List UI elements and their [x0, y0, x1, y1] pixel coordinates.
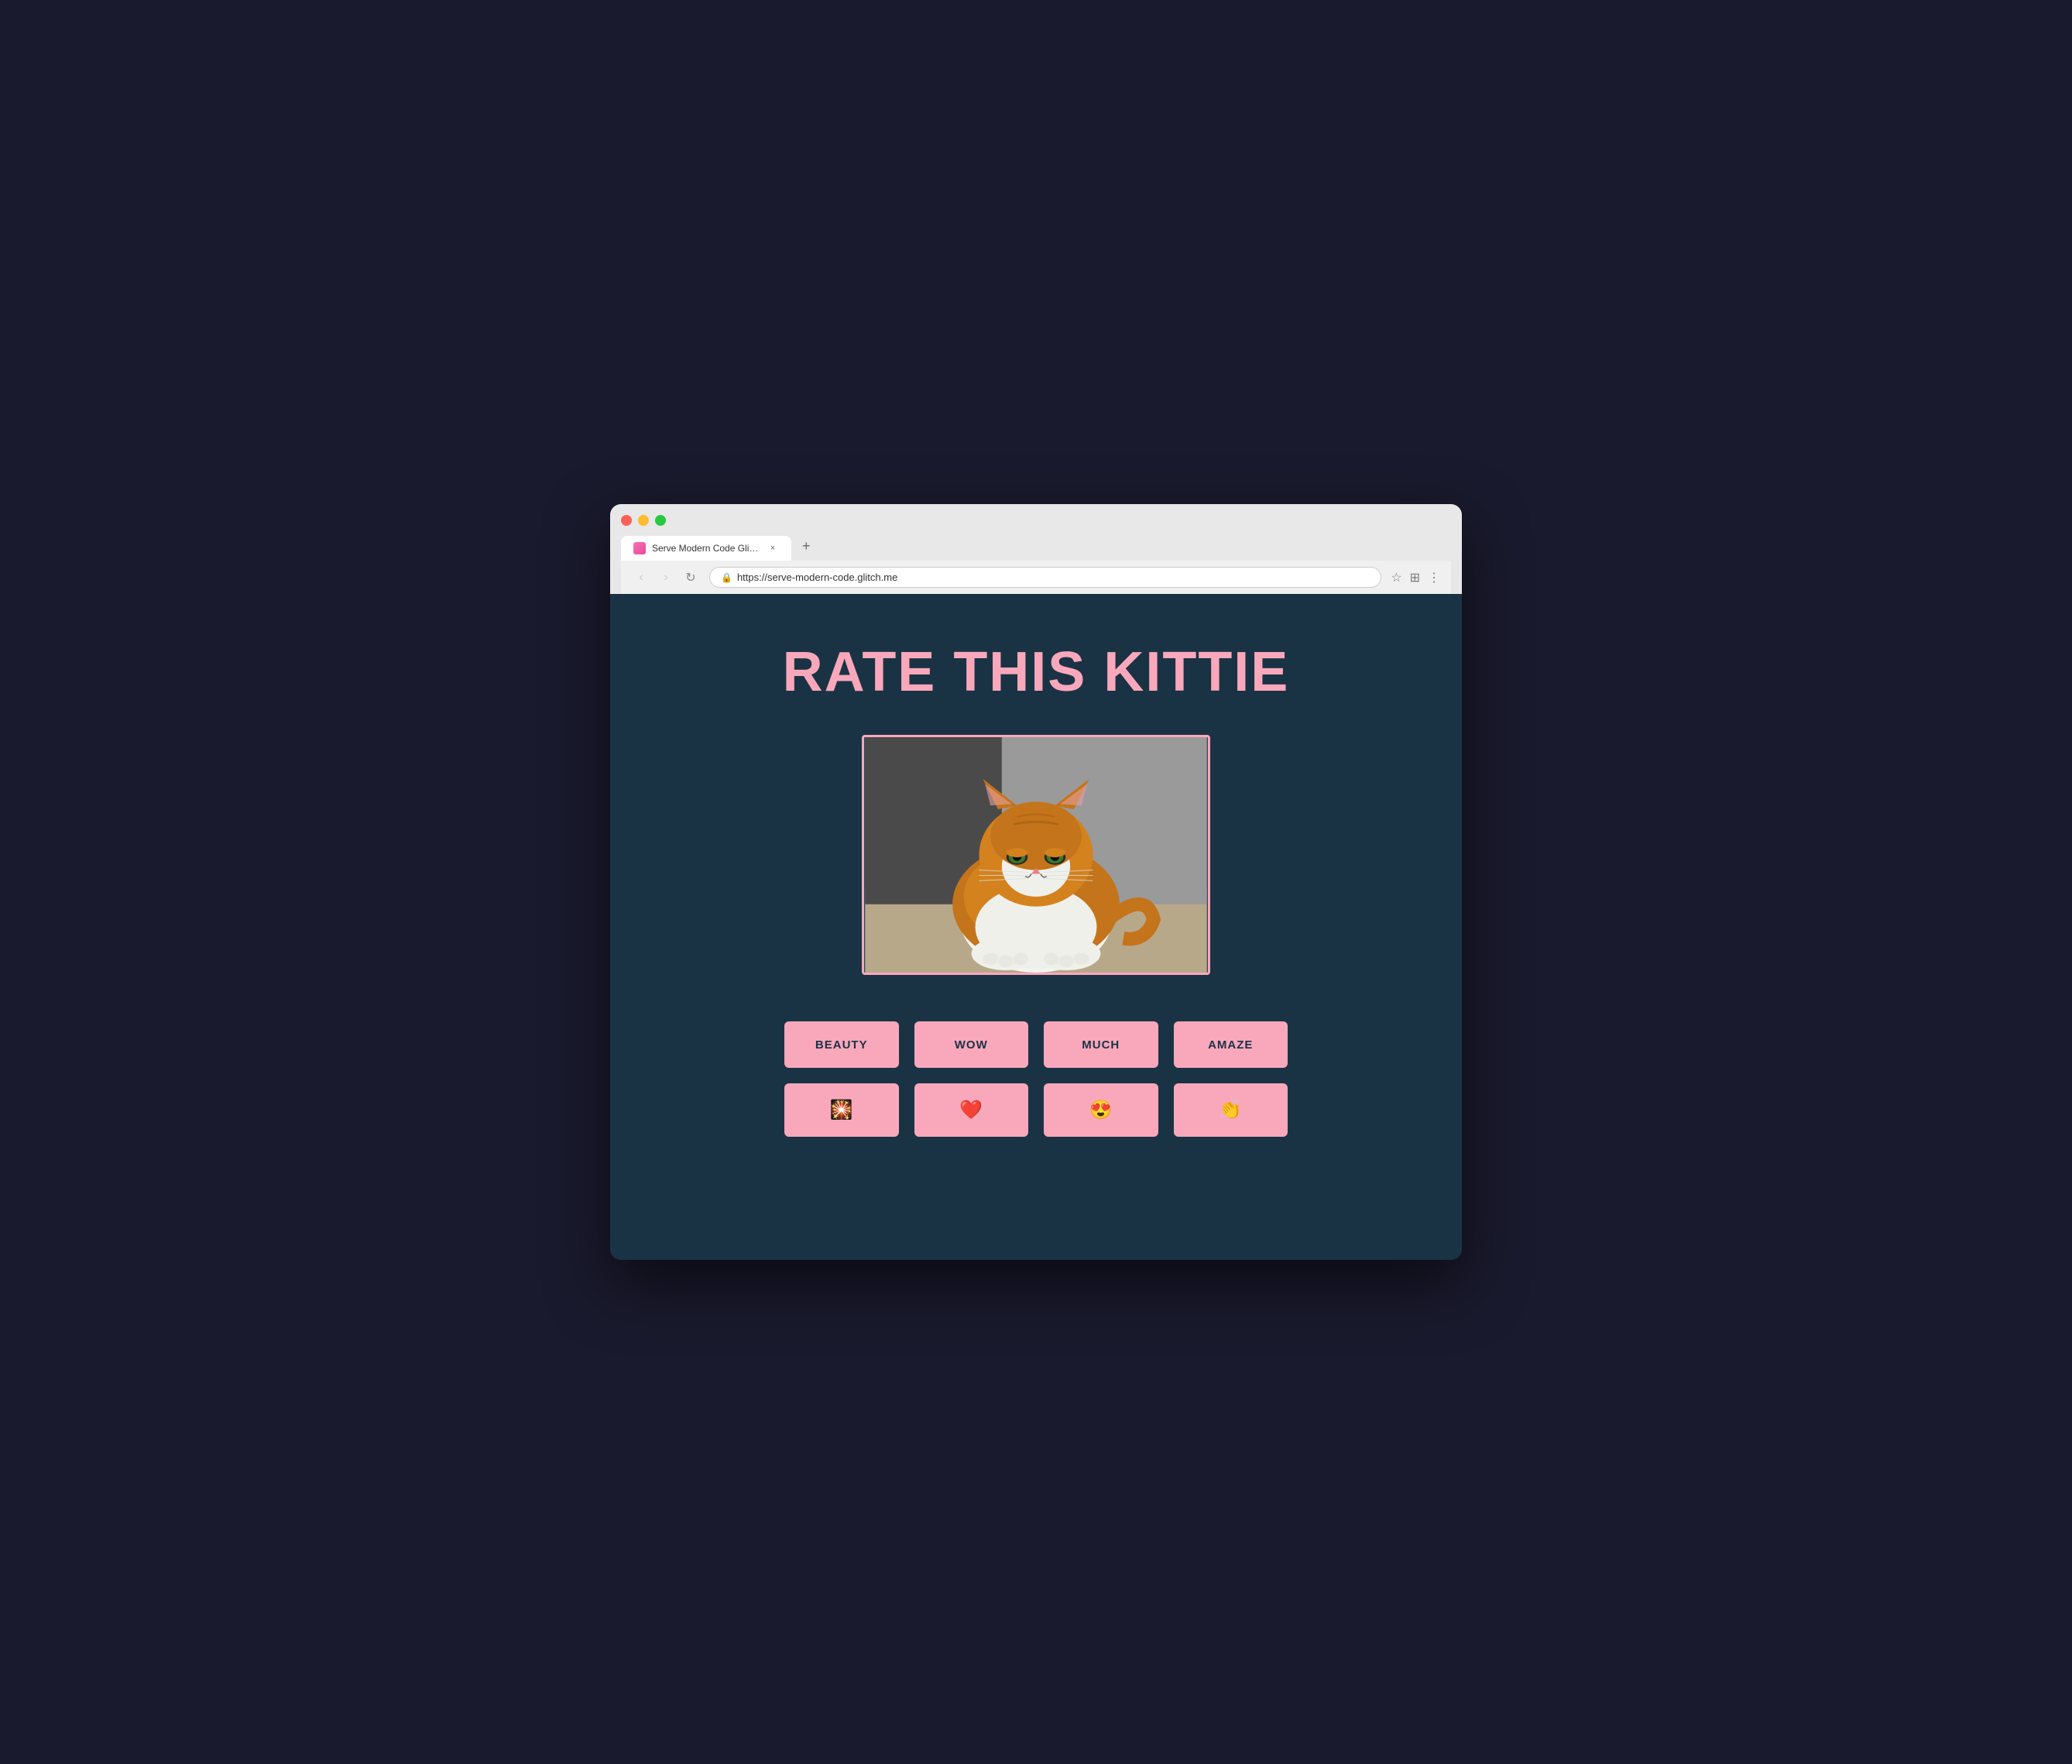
- browser-chrome: Serve Modern Code Glitch Pla × + ‹ › ↻ 🔒…: [610, 504, 1462, 594]
- maximize-button[interactable]: [655, 515, 666, 526]
- traffic-lights: [621, 512, 1451, 526]
- refresh-button[interactable]: ↻: [681, 568, 700, 587]
- browser-window: Serve Modern Code Glitch Pla × + ‹ › ↻ 🔒…: [610, 504, 1462, 1260]
- tab-close-button[interactable]: ×: [767, 542, 779, 554]
- extensions-icon[interactable]: ⊞: [1410, 570, 1420, 585]
- amaze-button[interactable]: AMAZE: [1174, 1021, 1288, 1068]
- address-bar: ‹ › ↻ 🔒 https://serve-modern-code.glitch…: [621, 561, 1451, 594]
- tabs-bar: Serve Modern Code Glitch Pla × +: [621, 532, 1451, 561]
- url-text: https://serve-modern-code.glitch.me: [737, 571, 897, 583]
- close-button[interactable]: [621, 515, 632, 526]
- active-tab[interactable]: Serve Modern Code Glitch Pla ×: [621, 536, 791, 561]
- wow-button[interactable]: WOW: [914, 1021, 1029, 1068]
- minimize-button[interactable]: [638, 515, 649, 526]
- heart-emoji-button[interactable]: ❤️: [914, 1083, 1029, 1137]
- clap-emoji-button[interactable]: 👏: [1174, 1083, 1288, 1137]
- page-title: RATE THIS KITTIE: [783, 640, 1290, 704]
- back-button[interactable]: ‹: [632, 568, 650, 587]
- page-content: RATE THIS KITTIE: [610, 594, 1462, 1260]
- sparkle-emoji-button[interactable]: 🎇: [784, 1083, 899, 1137]
- beauty-button[interactable]: BEAUTY: [784, 1021, 899, 1068]
- lock-icon: 🔒: [721, 572, 732, 583]
- bookmark-icon[interactable]: ☆: [1391, 570, 1401, 585]
- cat-image: [862, 735, 1210, 975]
- nav-buttons: ‹ › ↻: [632, 568, 700, 587]
- much-button[interactable]: MUCH: [1044, 1021, 1158, 1068]
- tab-title: Serve Modern Code Glitch Pla: [652, 543, 760, 554]
- rating-buttons-grid: BEAUTY WOW MUCH AMAZE 🎇 ❤️ 😍 👏: [784, 1021, 1288, 1137]
- tab-favicon: [633, 542, 646, 554]
- menu-icon[interactable]: ⋮: [1428, 570, 1440, 585]
- toolbar-actions: ☆ ⊞ ⋮: [1391, 570, 1440, 585]
- forward-button[interactable]: ›: [657, 568, 675, 587]
- new-tab-button[interactable]: +: [791, 532, 822, 561]
- star-eyes-emoji-button[interactable]: 😍: [1044, 1083, 1158, 1137]
- url-bar[interactable]: 🔒 https://serve-modern-code.glitch.me: [709, 567, 1381, 588]
